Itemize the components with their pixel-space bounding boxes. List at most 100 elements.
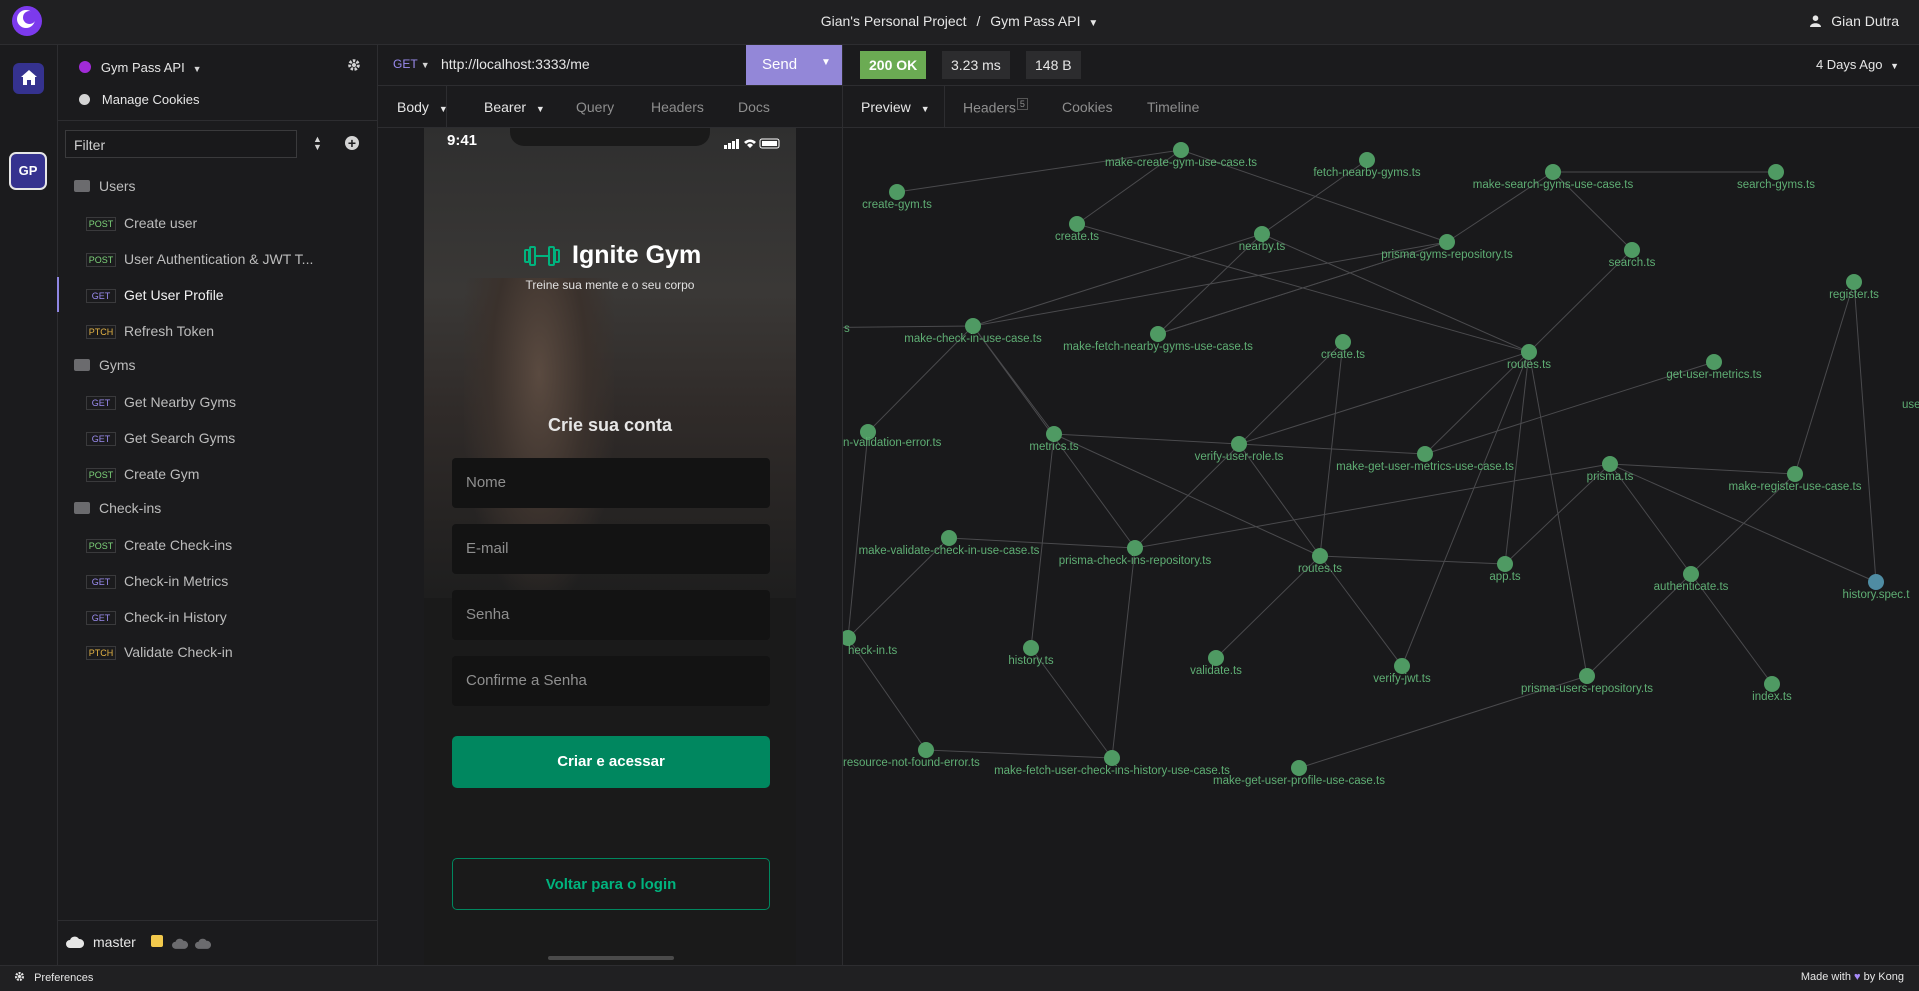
- graph-node[interactable]: [1846, 274, 1862, 290]
- history-dropdown[interactable]: 4 Days Ago ▼: [1816, 57, 1899, 72]
- graph-node[interactable]: [1521, 344, 1537, 360]
- graph-node[interactable]: [1545, 164, 1561, 180]
- graph-node[interactable]: [1706, 354, 1722, 370]
- graph-node[interactable]: [1359, 152, 1375, 168]
- request-get-search-gyms[interactable]: GET Get Search Gyms: [86, 430, 376, 460]
- url-input[interactable]: http://localhost:3333/me: [441, 56, 590, 72]
- name-field[interactable]: Nome: [452, 458, 770, 508]
- graph-node[interactable]: [1787, 466, 1803, 482]
- graph-node[interactable]: [1046, 426, 1062, 442]
- graph-node[interactable]: [1254, 226, 1270, 242]
- tab-body[interactable]: Body ▼: [397, 99, 448, 115]
- graph-node[interactable]: [1764, 676, 1780, 692]
- collection-dropdown[interactable]: Gym Pass API ▼: [79, 59, 202, 75]
- password-field[interactable]: Senha: [452, 590, 770, 640]
- send-button[interactable]: Send ▼: [746, 45, 842, 85]
- graph-node[interactable]: [1394, 658, 1410, 674]
- graph-node[interactable]: [1602, 456, 1618, 472]
- back-to-login-button[interactable]: Voltar para o login: [452, 858, 770, 910]
- graph-node[interactable]: [1683, 566, 1699, 582]
- heart-icon: ♥: [1854, 971, 1861, 983]
- graph-node[interactable]: [1312, 548, 1328, 564]
- graph-node[interactable]: [965, 318, 981, 334]
- graph-node[interactable]: [1104, 750, 1120, 766]
- graph-node[interactable]: [889, 184, 905, 200]
- graph-edge: [972, 233, 1263, 327]
- sort-icon[interactable]: ▲ ▼: [313, 135, 322, 152]
- request-get-user-profile[interactable]: GET Get User Profile: [86, 287, 376, 317]
- tab-query[interactable]: Query: [576, 99, 614, 115]
- method-badge: PTCH: [86, 325, 116, 339]
- tab-response-headers[interactable]: Headers 5: [963, 98, 1028, 116]
- graph-node[interactable]: [1335, 334, 1351, 350]
- made-with-kong[interactable]: Made with ♥ by Kong: [1801, 971, 1904, 983]
- branch-name[interactable]: master: [93, 934, 136, 950]
- tab-timeline[interactable]: Timeline: [1147, 99, 1199, 115]
- graph-node[interactable]: [1069, 216, 1085, 232]
- package-icon[interactable]: [151, 935, 163, 947]
- graph-node[interactable]: [1150, 326, 1166, 342]
- user-menu[interactable]: Gian Dutra: [1810, 13, 1899, 29]
- tab-docs[interactable]: Docs: [738, 99, 770, 115]
- method-badge: GET: [86, 432, 116, 446]
- folder-icon: [74, 180, 90, 192]
- folder-gyms[interactable]: Gyms: [74, 357, 136, 373]
- folder-users[interactable]: Users: [74, 178, 136, 194]
- graph-node[interactable]: [1497, 556, 1513, 572]
- graph-node[interactable]: [1624, 242, 1640, 258]
- method-selector[interactable]: GET ▼: [393, 57, 430, 71]
- tab-cookies[interactable]: Cookies: [1062, 99, 1113, 115]
- request-create-user[interactable]: POST Create user: [86, 215, 376, 245]
- graph-edge: [843, 325, 974, 328]
- gear-icon[interactable]: [347, 58, 361, 75]
- chevron-down-icon[interactable]: ▼: [821, 57, 831, 68]
- graph-node[interactable]: [1417, 446, 1433, 462]
- graph-node[interactable]: [1439, 234, 1455, 250]
- tab-preview[interactable]: Preview ▼: [861, 99, 930, 115]
- tab-bearer[interactable]: Bearer ▼: [484, 99, 545, 115]
- graph-node[interactable]: [1231, 436, 1247, 452]
- cloud-upload-icon[interactable]: [195, 936, 212, 952]
- graph-node[interactable]: [1579, 668, 1595, 684]
- response-age: 4 Days Ago: [1815, 57, 1883, 72]
- graph-node[interactable]: [1868, 574, 1884, 590]
- request-label: Create user: [124, 215, 198, 231]
- cloud-download-icon[interactable]: [172, 936, 189, 952]
- home-button[interactable]: [13, 63, 44, 94]
- graph-node[interactable]: [1173, 142, 1189, 158]
- request-user-authentication[interactable]: POST User Authentication & JWT T...: [86, 251, 376, 281]
- response-preview-graph: make-create-gym-use-case.ts fetch-nearby-…: [843, 128, 1919, 965]
- manage-cookies-button[interactable]: Manage Cookies: [79, 91, 199, 107]
- filter-input[interactable]: Filter: [65, 130, 297, 158]
- request-get-nearby-gyms[interactable]: GET Get Nearby Gyms: [86, 394, 376, 424]
- create-account-button[interactable]: Criar e acessar: [452, 736, 770, 788]
- graph-node[interactable]: [1127, 540, 1143, 556]
- request-validate-check-in[interactable]: PTCH Validate Check-in: [86, 644, 376, 674]
- project-name[interactable]: Gian's Personal Project: [821, 13, 967, 29]
- request-check-in-metrics[interactable]: GET Check-in Metrics: [86, 573, 376, 603]
- graph-node-label: make-validate-check-in-use-case.ts: [859, 545, 1040, 557]
- request-create-check-ins[interactable]: POST Create Check-ins: [86, 537, 376, 567]
- folder-check-ins[interactable]: Check-ins: [74, 500, 161, 516]
- breadcrumb: Gian's Personal Project / Gym Pass API ▼: [0, 13, 1919, 29]
- request-check-in-history[interactable]: GET Check-in History: [86, 609, 376, 639]
- graph-node[interactable]: [1768, 164, 1784, 180]
- graph-node[interactable]: [1291, 760, 1307, 776]
- graph-node[interactable]: [1023, 640, 1039, 656]
- request-refresh-token[interactable]: PTCH Refresh Token: [86, 323, 376, 353]
- preferences-button[interactable]: Preferences: [14, 971, 93, 984]
- graph-node[interactable]: [918, 742, 934, 758]
- collection-name[interactable]: Gym Pass API: [990, 13, 1080, 29]
- graph-node[interactable]: [941, 530, 957, 546]
- method-badge: GET: [86, 611, 116, 625]
- add-icon[interactable]: +: [345, 136, 359, 150]
- email-field[interactable]: E-mail: [452, 524, 770, 574]
- graph-node-label: history.ts: [1008, 655, 1053, 667]
- tab-headers[interactable]: Headers: [651, 99, 704, 115]
- confirm-password-field[interactable]: Confirme a Senha: [452, 656, 770, 706]
- request-create-gym[interactable]: POST Create Gym: [86, 466, 376, 496]
- chevron-down-icon[interactable]: ▼: [1088, 18, 1098, 29]
- graph-node[interactable]: [1208, 650, 1224, 666]
- cloud-icon[interactable]: [66, 935, 85, 951]
- workspace-button[interactable]: GP: [9, 152, 47, 190]
